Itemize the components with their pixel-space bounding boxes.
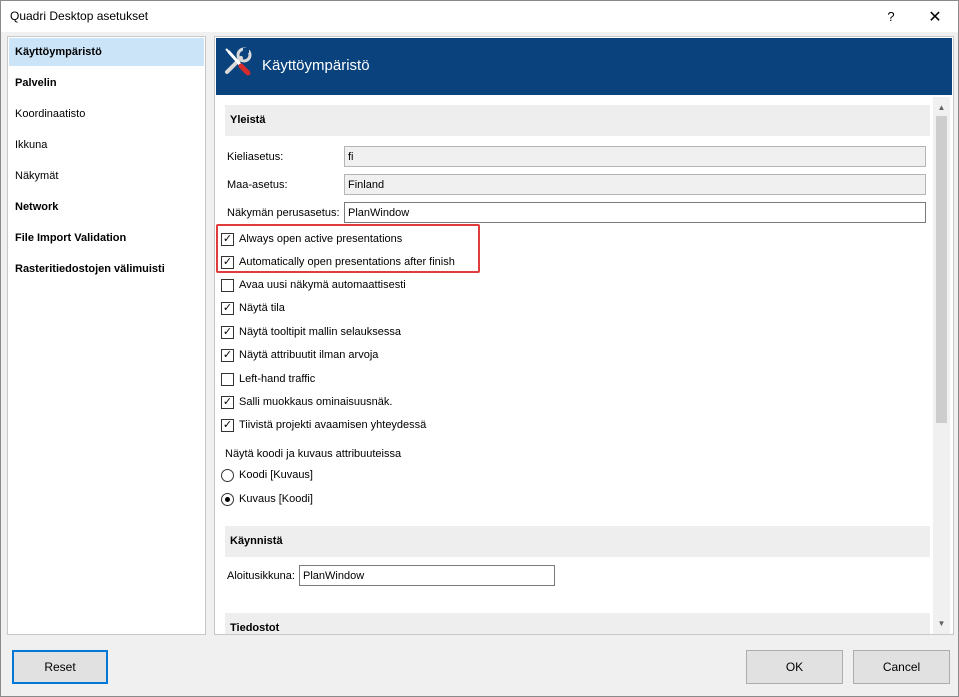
checkbox-label: Always open active presentations xyxy=(239,233,403,245)
checkbox-row-compact-project[interactable]: ✓ Tiivistä projekti avaamisen yhteydessä xyxy=(221,417,426,433)
country-label: Maa-asetus: xyxy=(227,179,288,191)
startup-window-label: Aloitusikkuna: xyxy=(227,570,295,582)
checkbox-label: Left-hand traffic xyxy=(239,373,316,385)
nav-item-network[interactable]: Network xyxy=(9,193,204,221)
section-header-startup: Käynnistä xyxy=(225,526,930,557)
nav-item-rasteritiedostojen-valimuisti[interactable]: Rasteritiedostojen välimuisti xyxy=(9,255,204,283)
checkbox-label: Salli muokkaus ominaisuusnäk. xyxy=(239,396,393,408)
tooltips-checkbox[interactable]: ✓ xyxy=(221,325,234,339)
scroll-down-icon[interactable]: ▼ xyxy=(933,615,950,632)
auto-open-checkbox[interactable]: ✓ xyxy=(221,255,234,269)
checkbox-row-tooltips[interactable]: ✓ Näytä tooltipit mallin selauksessa xyxy=(221,324,401,340)
tools-icon xyxy=(225,47,252,76)
radio-row-description-code[interactable]: Kuvaus [Koodi] xyxy=(221,491,313,507)
reset-button[interactable]: Reset xyxy=(12,650,108,684)
checkbox-row-left-hand-traffic[interactable]: Left-hand traffic xyxy=(221,371,315,387)
checkbox-row-show-status[interactable]: ✓ Näytä tila xyxy=(221,300,285,316)
checkbox-label: Näytä tooltipit mallin selauksessa xyxy=(239,326,402,338)
ok-button[interactable]: OK xyxy=(746,650,843,684)
language-field[interactable] xyxy=(344,146,926,167)
radio-label: Kuvaus [Koodi] xyxy=(239,493,313,505)
startup-window-field[interactable] xyxy=(299,565,555,586)
checkbox-label: Avaa uusi näkymä automaattisesti xyxy=(239,279,406,291)
empty-attributes-checkbox[interactable]: ✓ xyxy=(221,348,234,362)
code-display-group-label: Näytä koodi ja kuvaus attribuuteissa xyxy=(225,448,402,460)
window-title: Quadri Desktop asetukset xyxy=(10,9,149,23)
default-view-field[interactable] xyxy=(344,202,926,223)
settings-dialog: Quadri Desktop asetukset ? ✕ Käyttöympär… xyxy=(0,0,959,697)
country-field[interactable] xyxy=(344,174,926,195)
checkbox-row-allow-edit[interactable]: ✓ Salli muokkaus ominaisuusnäk. xyxy=(221,394,392,410)
radio-row-code-description[interactable]: Koodi [Kuvaus] xyxy=(221,467,313,483)
section-header-general: Yleistä xyxy=(225,105,930,136)
checkbox-label: Tiivistä projekti avaamisen yhteydessä xyxy=(239,419,427,431)
left-hand-traffic-checkbox[interactable] xyxy=(221,372,234,386)
settings-nav: Käyttöympäristö Palvelin Koordinaatisto … xyxy=(7,36,206,635)
close-icon: ✕ xyxy=(928,8,942,26)
section-header-files: Tiedostot xyxy=(225,613,930,634)
radio-label: Koodi [Kuvaus] xyxy=(239,469,313,481)
page-title: Käyttöympäristö xyxy=(262,57,370,74)
settings-content: Käyttöympäristö Yleistä Kieliasetus: Maa… xyxy=(214,36,954,635)
nav-item-file-import-validation[interactable]: File Import Validation xyxy=(9,224,204,252)
allow-edit-checkbox[interactable]: ✓ xyxy=(221,395,234,409)
title-bar: Quadri Desktop asetukset ? ✕ xyxy=(1,1,958,32)
new-view-checkbox[interactable] xyxy=(221,278,234,292)
default-view-label: Näkymän perusasetus: xyxy=(227,207,340,219)
description-code-radio[interactable] xyxy=(221,492,234,506)
checkbox-row-auto-open[interactable]: ✓ Automatically open presentations after… xyxy=(221,254,455,270)
nav-item-kayttoymparisto[interactable]: Käyttöympäristö xyxy=(9,38,204,66)
help-button[interactable]: ? xyxy=(868,1,914,32)
checkbox-label: Näytä attribuutit ilman arvoja xyxy=(239,349,379,361)
always-open-checkbox[interactable]: ✓ xyxy=(221,232,234,246)
checkbox-row-always-open[interactable]: ✓ Always open active presentations xyxy=(221,231,402,247)
scroll-thumb[interactable] xyxy=(936,116,947,423)
checkbox-label: Näytä tila xyxy=(239,302,285,314)
page-banner: Käyttöympäristö xyxy=(216,38,952,95)
checkbox-row-empty-attributes[interactable]: ✓ Näytä attribuutit ilman arvoja xyxy=(221,347,378,363)
nav-item-ikkuna[interactable]: Ikkuna xyxy=(9,131,204,159)
language-label: Kieliasetus: xyxy=(227,151,284,163)
code-description-radio[interactable] xyxy=(221,468,234,482)
compact-project-checkbox[interactable]: ✓ xyxy=(221,418,234,432)
content-scrollbar[interactable]: ▲ ▼ xyxy=(933,97,950,634)
nav-item-nakymat[interactable]: Näkymät xyxy=(9,162,204,190)
close-button[interactable]: ✕ xyxy=(912,1,958,32)
scroll-up-icon[interactable]: ▲ xyxy=(933,99,950,116)
checkbox-row-new-view[interactable]: Avaa uusi näkymä automaattisesti xyxy=(221,277,406,293)
show-status-checkbox[interactable]: ✓ xyxy=(221,301,234,315)
checkbox-label: Automatically open presentations after f… xyxy=(239,256,455,268)
nav-item-koordinaatisto[interactable]: Koordinaatisto xyxy=(9,100,204,128)
nav-item-palvelin[interactable]: Palvelin xyxy=(9,69,204,97)
cancel-button[interactable]: Cancel xyxy=(853,650,950,684)
